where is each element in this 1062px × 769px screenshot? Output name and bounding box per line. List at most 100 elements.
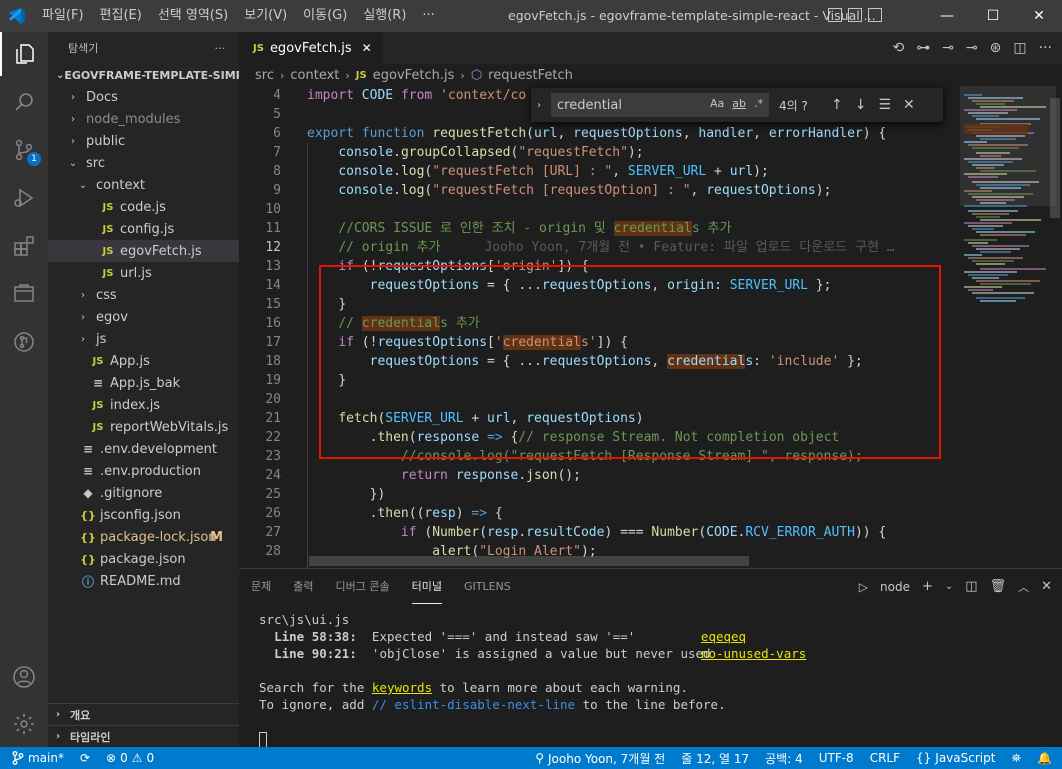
- tree-item-config-js[interactable]: JS config.js: [48, 218, 239, 240]
- tree-item-public[interactable]: › public: [48, 130, 239, 152]
- tree-item-src[interactable]: ⌄ src: [48, 152, 239, 174]
- arrow-up-icon[interactable]: ↑: [831, 97, 843, 113]
- split-editor-icon[interactable]: ◫: [1013, 40, 1026, 56]
- minimap[interactable]: [954, 86, 1062, 568]
- cursor-position[interactable]: 줄 12, 열 17: [673, 750, 757, 767]
- open-changes-icon[interactable]: ⟲: [892, 40, 904, 56]
- chevron-right-icon[interactable]: ›: [537, 100, 551, 111]
- notifications-bell-icon[interactable]: 🔔: [1029, 751, 1062, 765]
- code-editor[interactable]: 4 import CODE from 'context/co 5 6 export fu…: [239, 86, 954, 568]
- eslint-rule-link[interactable]: no-unused-vars: [701, 646, 806, 661]
- outline-section[interactable]: › 개요: [48, 703, 239, 725]
- breadcrumb-symbol[interactable]: requestFetch: [488, 68, 573, 83]
- tree-item-js[interactable]: › js: [48, 328, 239, 350]
- tree-item-egovfetch-js[interactable]: JS egovFetch.js: [48, 240, 239, 262]
- tree-item-package-lock-json[interactable]: {} package-lock.json M: [48, 526, 239, 548]
- menu-item[interactable]: 실행(R): [355, 0, 414, 32]
- panel-tab-1[interactable]: 문제: [251, 569, 271, 604]
- explorer-more-icon[interactable]: ···: [215, 42, 226, 55]
- tree-item-egov[interactable]: › egov: [48, 306, 239, 328]
- match-case-icon[interactable]: Aa: [710, 97, 724, 110]
- git-blame-status[interactable]: ⚲ Jooho Yoon, 7개월 전: [527, 750, 673, 767]
- tree-item-index-js[interactable]: JS index.js: [48, 394, 239, 416]
- tree-item-jsconfig-json[interactable]: {} jsconfig.json: [48, 504, 239, 526]
- trash-icon[interactable]: 🗑: [990, 579, 1007, 594]
- tree-item-readme-md[interactable]: ⓘ README.md: [48, 570, 239, 592]
- maximize-button[interactable]: ☐: [970, 0, 1016, 32]
- remote-explorer-icon[interactable]: [0, 272, 48, 316]
- explorer-icon[interactable]: [0, 32, 48, 76]
- tree-item-package-json[interactable]: {} package.json: [48, 548, 239, 570]
- tree-item-css[interactable]: › css: [48, 284, 239, 306]
- gitlens-blame-icon[interactable]: ⊛: [990, 40, 1002, 56]
- eol-status[interactable]: CRLF: [862, 751, 908, 765]
- breadcrumb-file[interactable]: egovFetch.js: [373, 68, 455, 83]
- live-share-icon[interactable]: ⛯: [1003, 751, 1029, 766]
- problems-status[interactable]: ⊗ 0 ⚠ 0: [98, 751, 162, 765]
- close-panel-icon[interactable]: ✕: [1041, 579, 1052, 594]
- language-mode[interactable]: {} JavaScript: [908, 751, 1003, 765]
- more-actions-icon[interactable]: ···: [1039, 40, 1052, 56]
- compare-previous-icon[interactable]: ⊶: [916, 40, 930, 56]
- tab-egovfetch[interactable]: JS egovFetch.js ✕: [239, 32, 382, 64]
- menu-item[interactable]: ···: [414, 0, 442, 32]
- breadcrumb-src[interactable]: src: [255, 68, 274, 83]
- workspace-root[interactable]: ⌄ EGOVFRAME-TEMPLATE-SIMP...: [48, 64, 239, 86]
- sync-icon[interactable]: ⟳: [72, 751, 98, 765]
- panel-tab-4[interactable]: 터미널: [411, 569, 442, 604]
- run-debug-icon[interactable]: [0, 176, 48, 220]
- gitlens-icon[interactable]: [0, 320, 48, 364]
- find-input[interactable]: credential Aa ab .*: [551, 93, 769, 117]
- match-word-icon[interactable]: ab: [732, 97, 746, 110]
- tree-item-reportwebvitals-js[interactable]: JS reportWebVitals.js: [48, 416, 239, 438]
- tree-item-env-production[interactable]: ≡ .env.production: [48, 460, 239, 482]
- tree-item-node-modules[interactable]: › node_modules: [48, 108, 239, 130]
- scrollbar-thumb[interactable]: [1050, 98, 1060, 218]
- tree-item-app-js-bak[interactable]: ≡ App.js_bak: [48, 372, 239, 394]
- toggle-panel-icon[interactable]: [848, 8, 862, 22]
- tree-item-context[interactable]: ⌄ context: [48, 174, 239, 196]
- close-window-button[interactable]: ✕: [1016, 0, 1062, 32]
- tree-item-code-js[interactable]: JS code.js: [48, 196, 239, 218]
- menu-item[interactable]: 보기(V): [236, 0, 295, 32]
- close-icon[interactable]: ✕: [903, 97, 915, 113]
- compare-prev-revision-icon[interactable]: ⊸: [942, 40, 954, 56]
- compare-next-revision-icon[interactable]: ⊸: [966, 40, 978, 56]
- chevron-down-icon[interactable]: ⌄: [945, 581, 953, 592]
- tree-item-docs[interactable]: › Docs: [48, 86, 239, 108]
- panel-tab-3[interactable]: 디버그 콘솔: [336, 569, 390, 604]
- panel-tab-2[interactable]: 출력: [293, 569, 313, 604]
- search-icon[interactable]: [0, 80, 48, 124]
- indentation-status[interactable]: 공백: 4: [757, 750, 811, 767]
- encoding-status[interactable]: UTF-8: [811, 751, 862, 765]
- panel-tab-5[interactable]: GITLENS: [464, 569, 511, 604]
- extensions-icon[interactable]: [0, 224, 48, 268]
- menu-item[interactable]: 선택 영역(S): [150, 0, 236, 32]
- tree-item-gitignore[interactable]: ◆ .gitignore: [48, 482, 239, 504]
- eslint-rule-link[interactable]: eqeqeq: [701, 629, 746, 644]
- toggle-secondary-sidebar-icon[interactable]: [868, 8, 882, 22]
- chevron-up-icon[interactable]: ︿: [1018, 579, 1029, 595]
- terminal-output[interactable]: src\js\ui.js Line 58:38: Expected '===' …: [259, 611, 806, 748]
- minimize-button[interactable]: —: [924, 0, 970, 32]
- new-terminal-icon[interactable]: +: [922, 579, 933, 594]
- keywords-link[interactable]: keywords: [372, 680, 432, 695]
- settings-gear-icon[interactable]: [0, 702, 48, 746]
- branch-status[interactable]: main*: [0, 751, 72, 765]
- regex-icon[interactable]: .*: [754, 97, 763, 110]
- tab-close-icon[interactable]: ✕: [362, 41, 372, 55]
- menu-item[interactable]: 이동(G): [295, 0, 355, 32]
- tree-item-env-development[interactable]: ≡ .env.development: [48, 438, 239, 460]
- split-terminal-icon[interactable]: ◫: [965, 579, 977, 594]
- source-control-icon[interactable]: 1: [0, 128, 48, 172]
- horizontal-scrollbar[interactable]: [309, 556, 749, 566]
- vertical-scrollbar[interactable]: [1047, 86, 1061, 568]
- find-in-selection-icon[interactable]: ☰: [878, 97, 891, 113]
- tree-item-app-js[interactable]: JS App.js: [48, 350, 239, 372]
- menu-item[interactable]: 편집(E): [92, 0, 150, 32]
- menu-item[interactable]: 파일(F): [34, 0, 92, 32]
- terminal-name[interactable]: node: [880, 580, 910, 594]
- toggle-sidebar-icon[interactable]: [828, 8, 842, 22]
- arrow-down-icon[interactable]: ↓: [855, 97, 867, 113]
- timeline-section[interactable]: › 타임라인: [48, 725, 239, 747]
